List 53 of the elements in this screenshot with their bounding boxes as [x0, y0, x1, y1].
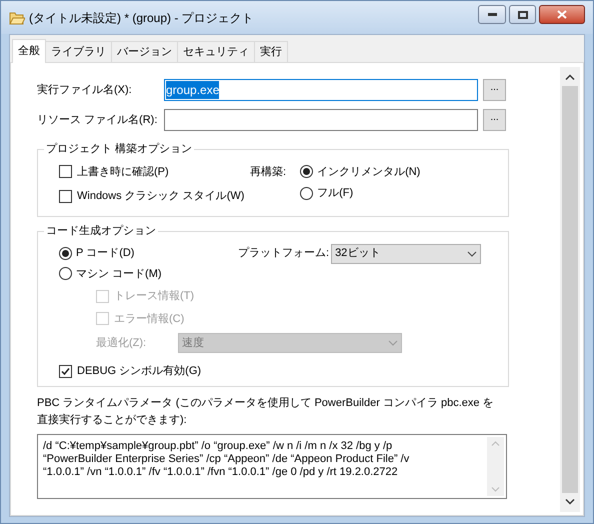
group-title: プロジェクト 構築オプション — [45, 142, 194, 157]
scrollbar[interactable] — [487, 436, 504, 496]
minimize-button[interactable] — [478, 5, 506, 24]
radio-button[interactable] — [59, 267, 72, 280]
chevron-up-icon — [491, 440, 500, 446]
radio-label: P コード(D) — [76, 246, 134, 262]
folder-icon — [9, 10, 25, 24]
optimize-label: 最適化(Z): — [96, 336, 148, 351]
maximize-icon — [518, 10, 528, 18]
checkbox-label: Windows クラシック スタイル(W) — [77, 189, 244, 204]
chevron-down-icon — [467, 250, 478, 256]
radio-button[interactable] — [59, 247, 72, 260]
field-label: リソース ファイル名(R): — [37, 112, 158, 128]
close-button[interactable] — [539, 5, 585, 24]
scrollbar-thumb[interactable] — [562, 86, 578, 493]
browse-button[interactable]: ... — [483, 109, 506, 131]
browse-button[interactable]: ... — [483, 79, 506, 101]
input-field[interactable] — [164, 109, 478, 131]
window-title: (タイトル未設定) * (group) - プロジェクト — [29, 10, 254, 26]
tab[interactable]: 実行 — [254, 41, 288, 62]
chevron-down-icon — [388, 340, 398, 346]
field-label: 実行ファイル名(X): — [37, 82, 133, 98]
pbc-description: PBC ランタイムパラメータ (このパラメータを使用して PowerBuilder コンパイラ pbc.exe を直接実行することができます): — [37, 396, 495, 428]
field-value: group.exe — [166, 81, 220, 99]
parameter-text-line: “PowerBuilder Enterprise Series” /cp “Appeon” /de “Appeon Product File” /v — [43, 452, 410, 466]
minimize-icon — [488, 12, 496, 16]
checkbox[interactable] — [59, 364, 72, 378]
chevron-down-icon — [565, 499, 575, 505]
checkbox-label: トレース情報(T) — [114, 289, 194, 304]
platform-label: プラットフォーム: — [238, 246, 330, 262]
parameter-text-line: “1.0.0.1” /vn “1.0.0.1” /fv “1.0.0.1” /fvn “1.0.0.1” /ge 0 /pd y /rt 19.2.0.2722 — [43, 466, 399, 478]
dropdown[interactable]: 32ビット — [331, 244, 482, 264]
checkbox-label: エラー情報(C) — [114, 312, 184, 326]
radio-label: マシン コード(M) — [76, 266, 162, 282]
maximize-button[interactable] — [509, 5, 536, 24]
radio-button[interactable] — [300, 186, 314, 200]
group-title: コード生成オプション — [45, 224, 157, 239]
close-icon — [557, 10, 567, 19]
input-field[interactable]: group.exe — [164, 79, 478, 101]
chevron-up-icon — [565, 74, 575, 80]
parameter-text-line: /d “C:¥temp¥sample¥group.pbt” /o “group.exe” /w n /i /m n /x 32 /bg y /p — [43, 440, 394, 452]
parameters-text-area[interactable] — [37, 434, 507, 498]
checkbox-label: DEBUG シンボル有効(G) — [77, 364, 202, 379]
radio-label: インクリメンタル(N) — [317, 164, 420, 180]
radio-button[interactable] — [300, 165, 314, 178]
radio-label: フル(F) — [317, 186, 354, 201]
rebuild-label: 再構築: — [250, 164, 286, 180]
checkbox-label: 上書き時に確認(P) — [77, 164, 169, 180]
chevron-down-icon — [491, 486, 500, 492]
scrollbar[interactable] — [560, 67, 580, 512]
tab[interactable]: 全般 — [12, 39, 46, 63]
checkbox[interactable] — [59, 165, 72, 178]
checkbox[interactable] — [59, 190, 72, 203]
